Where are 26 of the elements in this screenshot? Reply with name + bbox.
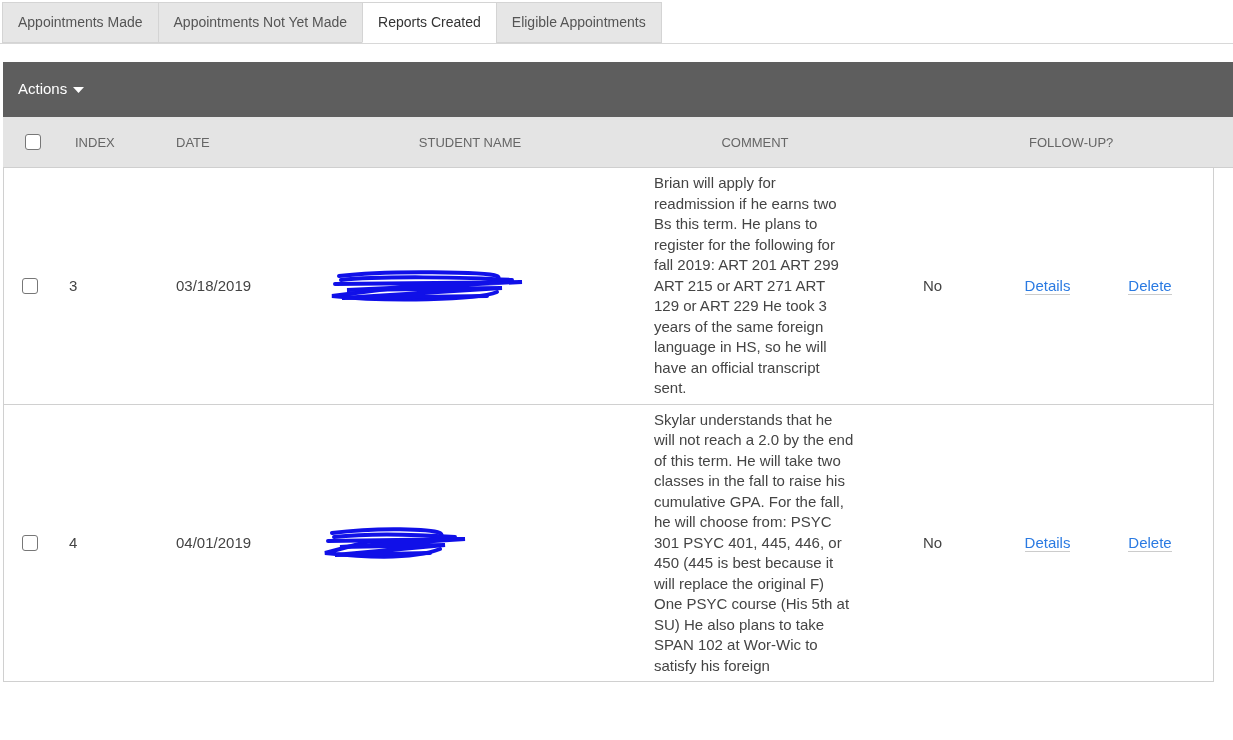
table-cell: 3 xyxy=(69,276,78,294)
actions-dropdown[interactable]: Actions xyxy=(18,78,85,101)
table-cell: 4 xyxy=(69,533,78,551)
checkbox[interactable] xyxy=(25,134,41,150)
table-cell: No xyxy=(922,533,943,551)
tab[interactable]: Appointments Not Yet Made xyxy=(157,2,364,43)
details-link[interactable]: Details xyxy=(1024,533,1071,552)
details-link[interactable]: Details xyxy=(1024,276,1071,295)
column-header[interactable]: DATE xyxy=(176,135,210,150)
tab[interactable]: Appointments Made xyxy=(2,2,159,43)
column-header[interactable]: COMMENT xyxy=(721,135,789,150)
table-cell: 03/18/2019 xyxy=(176,276,252,294)
tab[interactable]: Eligible Appointments xyxy=(495,2,662,43)
tab[interactable]: Reports Created xyxy=(362,2,497,43)
checkbox[interactable] xyxy=(22,277,38,294)
column-header[interactable]: FOLLOW-UP? xyxy=(1029,135,1114,150)
table-cell: No xyxy=(922,276,943,294)
delete-link[interactable]: Delete xyxy=(1128,276,1172,295)
column-header[interactable]: INDEX xyxy=(75,135,115,150)
comment-text: Skylar understands that he will not reach a 2.0 by the end of this term. He will take two classes in the fall to raise his cumulative GPA. For the fall, he will choose from: PSYC 301 PSYC 401, 445, 446, or 450 (445 is best because it will replace the original F) One PSYC course (His 5th at SU) He also plans to take SPAN 102 at Wor-Wic to satisfy his foreign xyxy=(654,409,854,676)
column-header[interactable]: STUDENT NAME xyxy=(418,135,522,150)
delete-link[interactable]: Delete xyxy=(1128,533,1172,552)
comment-text: Brian will apply for readmission if he earns two Bs this term. He plans to register for the following for fall 2019: ART 201 ART 299 ART 215 or ART 271 ART 129 or ART 229 He took 3 years of the same foreign language in HS, so he will have an official transcript sent. xyxy=(654,173,840,398)
table-cell: 04/01/2019 xyxy=(176,533,252,551)
caret-icon xyxy=(73,86,85,93)
checkbox[interactable] xyxy=(22,534,38,551)
